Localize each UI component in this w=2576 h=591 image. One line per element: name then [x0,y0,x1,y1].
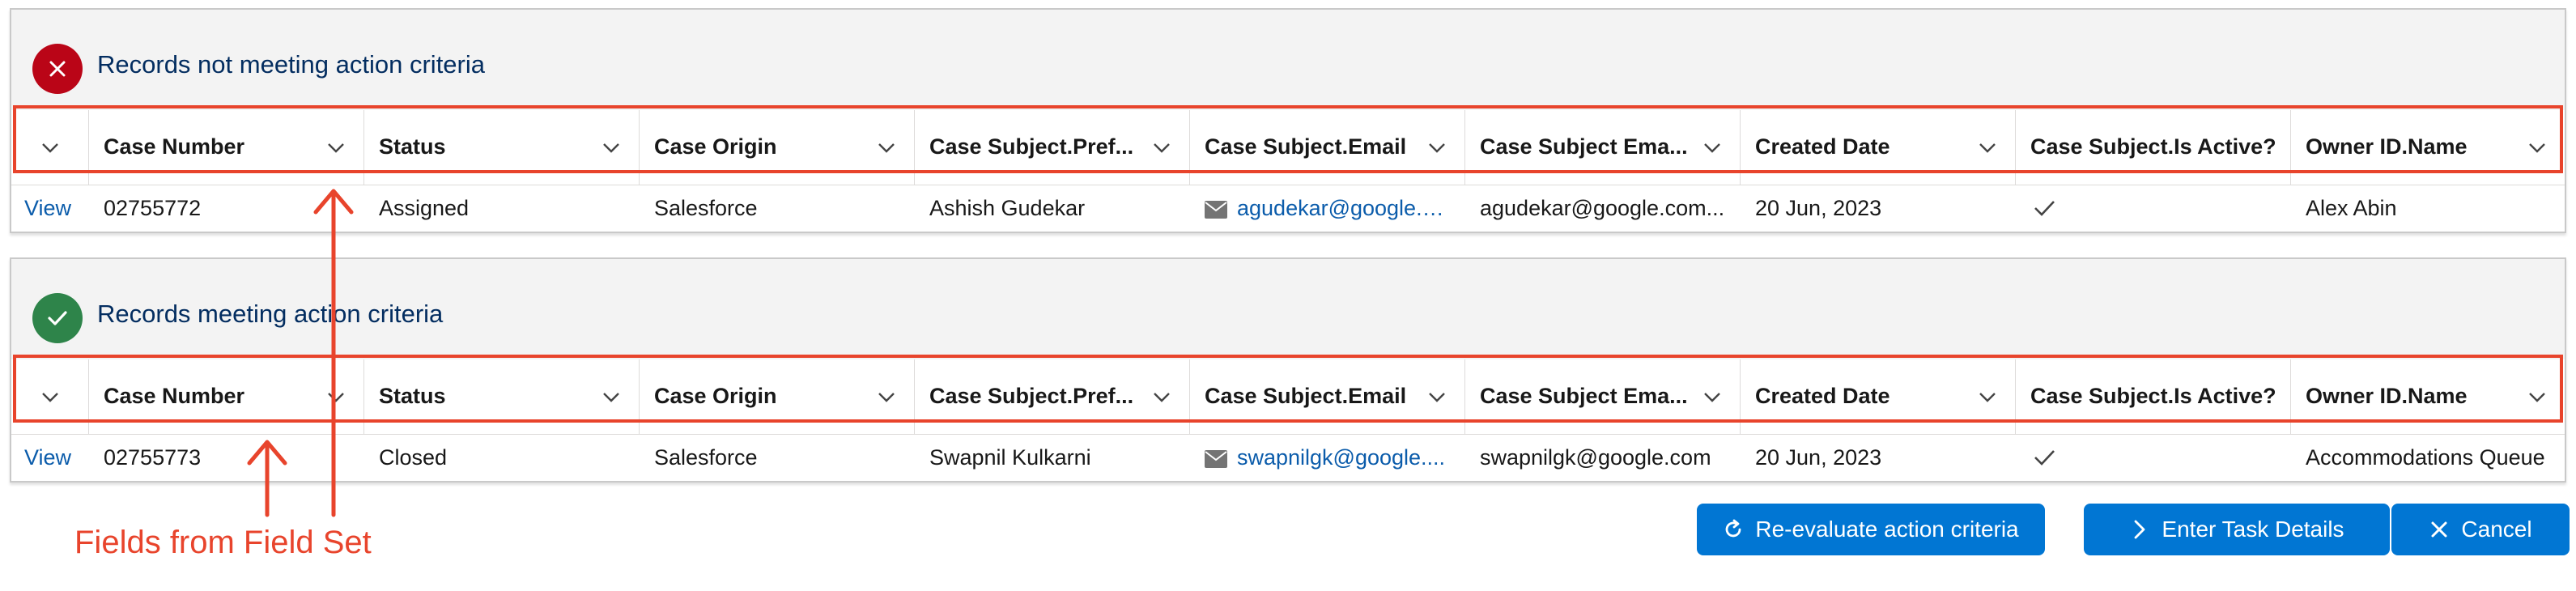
cancel-button-label: Cancel [2461,517,2532,542]
column-header-subject-pref[interactable]: Case Subject.Pref... [915,110,1190,185]
table-header: Case Number Status Case Origin Case Subj… [11,110,2565,185]
chevron-down-icon[interactable] [40,387,60,406]
row-actions-header[interactable] [11,359,89,434]
column-header-case-number[interactable]: Case Number [89,359,364,434]
chevron-down-icon[interactable] [1152,138,1171,157]
success-status-badge [32,293,83,343]
card-title: Records meeting action criteria [97,300,444,328]
column-header-created-date[interactable]: Created Date [1741,359,2016,434]
cancel-button[interactable]: Cancel [2391,504,2570,555]
chevron-down-icon[interactable] [1427,138,1447,157]
annotation-label: Fields from Field Set [74,525,372,560]
row-actions-header[interactable] [11,110,89,185]
chevron-down-icon[interactable] [601,138,621,157]
chevron-down-icon[interactable] [40,138,60,157]
email-cell[interactable]: swapnilgk@google.... [1190,434,1465,481]
chevron-down-icon[interactable] [1427,387,1447,406]
table-header: Case Number Status Case Origin Case Subj… [11,359,2565,435]
case-number-cell: 02755772 [104,196,202,220]
email-icon [1205,450,1227,468]
chevron-down-icon[interactable] [1978,138,1997,157]
status-cell: Assigned [379,196,470,220]
column-header-case-number[interactable]: Case Number [89,110,364,185]
refresh-icon [1725,519,1741,538]
subject-email-cell: swapnilgk@google.com [1480,445,1711,470]
column-header-is-active[interactable]: Case Subject.Is Active? [2016,110,2291,185]
column-header-subject-pref[interactable]: Case Subject.Pref... [915,359,1190,434]
chevron-down-icon[interactable] [1978,387,1997,406]
created-date-cell: 20 Jun, 2023 [1755,196,1882,220]
column-header-status[interactable]: Status [364,359,640,434]
reevaluate-button[interactable]: Re-evaluate action criteria [1697,504,2045,555]
chevron-down-icon[interactable] [2527,387,2547,406]
pref-cell: Ashish Gudekar [929,196,1086,220]
case-number-cell: 02755773 [104,445,202,470]
view-link[interactable]: View [24,445,71,470]
column-header-created-date[interactable]: Created Date [1741,110,2016,185]
email-link[interactable]: swapnilgk@google.... [1237,445,1445,470]
owner-cell: Accommodations Queue [2306,445,2545,470]
enter-task-details-button[interactable]: Enter Task Details [2084,504,2390,555]
chevron-down-icon[interactable] [326,387,346,406]
pref-cell: Swapnil Kulkarni [929,445,1091,470]
records-not-meeting-card: Records not meeting action criteria Case… [10,8,2566,233]
column-header-status[interactable]: Status [364,110,640,185]
chevron-down-icon[interactable] [1152,387,1171,406]
view-link-cell[interactable]: View [11,434,89,481]
chevron-down-icon[interactable] [1702,138,1722,157]
chevron-down-icon[interactable] [1702,387,1722,406]
column-header-subject-email[interactable]: Case Subject.Email [1190,110,1465,185]
error-status-badge [32,44,83,94]
view-link[interactable]: View [24,196,71,221]
subject-email-cell: agudekar@google.com... [1480,196,1725,220]
view-link-cell[interactable]: View [11,185,89,232]
card-title: Records not meeting action criteria [97,50,486,79]
table-row: View 02755772 Assigned Salesforce Ashish… [11,185,2565,232]
is-active-cell [2016,434,2291,481]
column-header-subject-ema[interactable]: Case Subject Ema... [1465,359,1741,434]
table-row: View 02755773 Closed Salesforce Swapnil … [11,434,2565,481]
chevron-down-icon[interactable] [877,387,896,406]
origin-cell: Salesforce [654,196,758,220]
check-icon [2034,201,2055,216]
email-icon [1205,201,1227,219]
created-date-cell: 20 Jun, 2023 [1755,445,1882,470]
column-header-case-origin[interactable]: Case Origin [640,110,915,185]
chevron-down-icon[interactable] [601,387,621,406]
enter-task-details-label: Enter Task Details [2162,517,2344,542]
chevron-right-icon [2135,520,2145,539]
check-icon [2034,450,2055,466]
email-cell[interactable]: agudekar@google.c... [1190,185,1465,232]
owner-cell: Alex Abin [2306,196,2397,220]
status-cell: Closed [379,445,448,470]
email-link[interactable]: agudekar@google.c... [1237,196,1447,221]
chevron-down-icon[interactable] [2527,138,2547,157]
records-meeting-card: Records meeting action criteria Case Num… [10,257,2566,483]
column-header-subject-ema[interactable]: Case Subject Ema... [1465,110,1741,185]
is-active-cell [2016,185,2291,232]
column-header-case-origin[interactable]: Case Origin [640,359,915,434]
column-header-subject-email[interactable]: Case Subject.Email [1190,359,1465,434]
check-icon [48,311,67,325]
reevaluate-button-label: Re-evaluate action criteria [1755,517,2019,542]
column-header-is-active[interactable]: Case Subject.Is Active? [2016,359,2291,434]
column-header-owner-name[interactable]: Owner ID.Name [2291,359,2565,434]
column-header-owner-name[interactable]: Owner ID.Name [2291,110,2565,185]
chevron-down-icon[interactable] [877,138,896,157]
close-icon [2431,521,2447,538]
close-icon [49,61,66,77]
origin-cell: Salesforce [654,445,758,470]
chevron-down-icon[interactable] [326,138,346,157]
